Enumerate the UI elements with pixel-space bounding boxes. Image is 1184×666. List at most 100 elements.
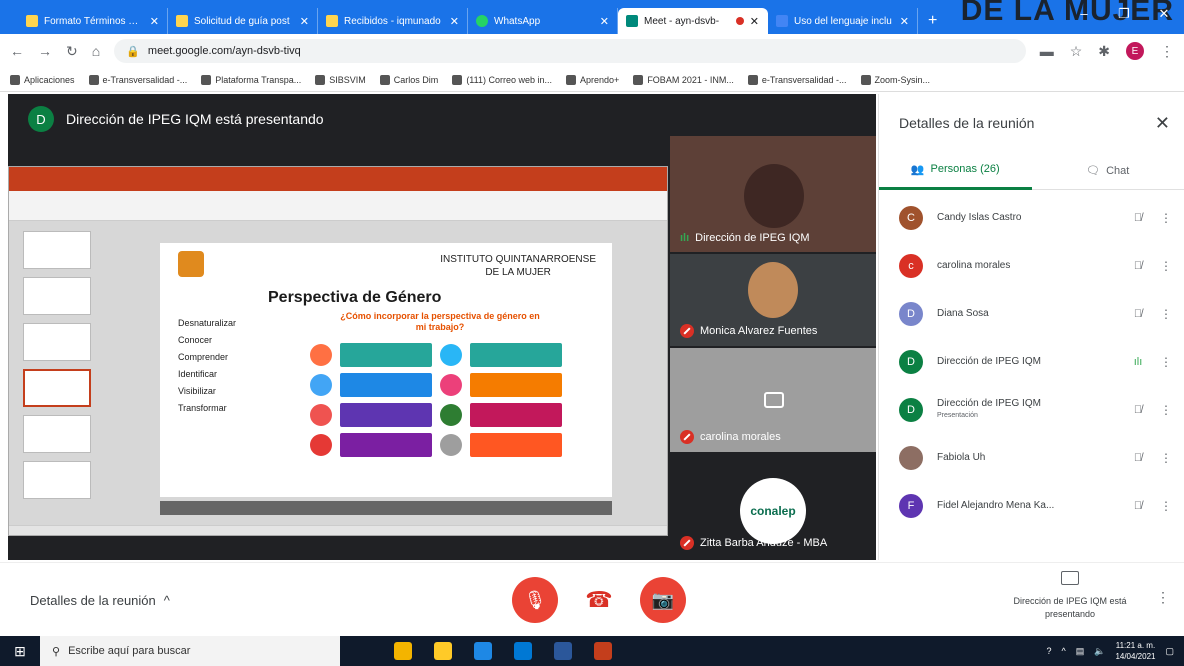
more-options-icon[interactable]: ⋮: [1160, 307, 1172, 321]
participant-row[interactable]: D Diana Sosa 🎙̸ ⋮: [879, 290, 1184, 338]
video-tile[interactable]: conalep Zitta Barba Anduze - MBA: [670, 454, 876, 558]
camera-off-icon: [764, 392, 784, 408]
more-options-icon[interactable]: ⋮: [1156, 589, 1170, 606]
bookmark-item[interactable]: SIBSVIM: [315, 74, 366, 85]
more-options-icon[interactable]: ⋮: [1160, 403, 1172, 417]
chrome-taskbar-icon[interactable]: [394, 642, 412, 660]
participant-avatar: D: [899, 302, 923, 326]
more-options-icon[interactable]: ⋮: [1160, 259, 1172, 273]
powerpoint-taskbar-icon[interactable]: [594, 642, 612, 660]
bookmark-item[interactable]: e-Transversalidad -...: [88, 74, 187, 85]
more-options-icon[interactable]: ⋮: [1160, 355, 1172, 369]
browser-tab[interactable]: Uso del lenguaje inclu ✕: [768, 8, 918, 34]
slides-icon: [176, 15, 188, 27]
profile-avatar[interactable]: E: [1126, 42, 1144, 60]
bookmark-item[interactable]: Carlos Dim: [379, 74, 438, 85]
chevron-up-icon[interactable]: ^: [1061, 646, 1065, 656]
mic-off-icon[interactable]: 🎙̸: [1130, 452, 1146, 464]
bookmark-item[interactable]: Aprendo+: [566, 74, 619, 85]
bookmark-label: FOBAM 2021 - INM...: [647, 74, 734, 85]
mic-off-icon[interactable]: 🎙̸: [1130, 404, 1146, 416]
word-taskbar-icon[interactable]: [554, 642, 572, 660]
video-tile[interactable]: carolina morales: [670, 348, 876, 452]
presenting-indicator[interactable]: Dirección de IPEG IQM está presentando: [1004, 571, 1136, 621]
bookmark-icon: [633, 74, 644, 85]
bookmark-item[interactable]: e-Transversalidad -...: [747, 74, 847, 85]
menu-icon[interactable]: ⋮: [1160, 43, 1174, 60]
close-tab-icon[interactable]: ✕: [750, 15, 759, 28]
network-icon[interactable]: ▤: [1076, 646, 1085, 657]
minimize-button[interactable]: –: [1064, 0, 1104, 28]
new-tab-button[interactable]: +: [918, 8, 947, 34]
tile-name: Dirección de IPEG IQM: [695, 232, 810, 244]
mic-off-icon[interactable]: 🎙̸: [1130, 212, 1146, 224]
browser-tab[interactable]: Formato Términos de r ✕: [18, 8, 168, 34]
tab-chat[interactable]: 🗨 Chat: [1032, 152, 1184, 190]
windows-taskbar: ⊞ ⚲ Escribe aquí para buscar ? ^ ▤ 🔈 11:2…: [0, 636, 1184, 666]
bookmark-icon: [10, 74, 20, 85]
more-options-icon[interactable]: ⋮: [1160, 451, 1172, 465]
reload-icon[interactable]: ↻: [66, 43, 78, 60]
back-icon[interactable]: ←: [10, 43, 24, 59]
home-icon[interactable]: ⌂: [92, 43, 100, 59]
bookmark-label: Zoom-Sysin...: [874, 74, 931, 85]
mic-off-icon[interactable]: 🎙̸: [1130, 260, 1146, 272]
participant-row[interactable]: Fabiola Uh 🎙̸ ⋮: [879, 434, 1184, 482]
bookmark-item[interactable]: Zoom-Sysin...: [860, 74, 931, 85]
participant-row[interactable]: c carolina morales 🎙̸ ⋮: [879, 242, 1184, 290]
bookmark-icon: [860, 74, 871, 85]
mic-off-icon[interactable]: 🎙̸: [1130, 308, 1146, 320]
explorer-taskbar-icon[interactable]: [434, 642, 452, 660]
video-tile[interactable]: Monica Alvarez Fuentes: [670, 254, 876, 346]
camera-icon[interactable]: ▬: [1040, 43, 1054, 59]
current-slide: INSTITUTO QUINTANARROENSE DE LA MUJER Pe…: [160, 243, 612, 497]
mic-off-icon: [680, 430, 694, 444]
bookmark-item[interactable]: FOBAM 2021 - INM...: [633, 74, 734, 85]
close-window-button[interactable]: ✕: [1144, 0, 1184, 28]
slide-thumb: [23, 415, 91, 453]
participant-row[interactable]: F Fidel Alejandro Mena Ka... 🎙̸ ⋮: [879, 482, 1184, 530]
bookmark-icon: [452, 74, 463, 85]
volume-icon[interactable]: 🔈: [1094, 646, 1105, 657]
participant-row[interactable]: D Dirección de IPEG IQM Presentación 🎙̸ ⋮: [879, 386, 1184, 434]
maximize-button[interactable]: ❐: [1104, 0, 1144, 28]
speaking-icon[interactable]: ılı: [1130, 356, 1146, 368]
bookmark-item[interactable]: Aplicaciones: [10, 74, 75, 85]
participant-row[interactable]: C Candy Islas Castro 🎙̸ ⋮: [879, 194, 1184, 242]
browser-tab[interactable]: Recibidos - iqmunado ✕: [318, 8, 468, 34]
more-options-icon[interactable]: ⋮: [1160, 499, 1172, 513]
close-tab-icon[interactable]: ✕: [150, 15, 159, 28]
close-tab-icon[interactable]: ✕: [450, 15, 459, 28]
browser-tab[interactable]: Meet - ayn-dsvb- ✕: [618, 8, 768, 34]
participant-row[interactable]: D Dirección de IPEG IQM ılı ⋮: [879, 338, 1184, 386]
taskbar-search[interactable]: ⚲ Escribe aquí para buscar: [40, 636, 340, 666]
mic-toggle-button[interactable]: 🎙: [512, 577, 558, 623]
clock[interactable]: 11:21 a. m. 14/04/2021: [1115, 640, 1155, 662]
browser-tab[interactable]: WhatsApp ✕: [468, 8, 618, 34]
meeting-details-button[interactable]: Detalles de la reunión ^: [30, 593, 170, 608]
close-tab-icon[interactable]: ✕: [600, 15, 609, 28]
forward-icon[interactable]: →: [38, 43, 52, 59]
notifications-icon[interactable]: ▢: [1165, 646, 1174, 657]
url-bar[interactable]: 🔒 meet.google.com/ayn-dsvb-tivq: [114, 39, 1026, 63]
more-options-icon[interactable]: ⋮: [1160, 211, 1172, 225]
camera-toggle-button[interactable]: 📷: [640, 577, 686, 623]
help-icon[interactable]: ?: [1046, 646, 1051, 656]
extensions-icon[interactable]: ✱: [1098, 43, 1110, 60]
bookmark-item[interactable]: (111) Correo web in...: [452, 74, 552, 85]
tab-people[interactable]: 👥 Personas (26): [879, 152, 1032, 190]
mail-taskbar-icon[interactable]: [514, 642, 532, 660]
window-controls: – ❐ ✕: [1064, 0, 1184, 28]
bookmark-item[interactable]: Plataforma Transpa...: [201, 74, 301, 85]
close-tab-icon[interactable]: ✕: [300, 15, 309, 28]
browser-tab[interactable]: Solicitud de guía post ✕: [168, 8, 318, 34]
star-icon[interactable]: ☆: [1070, 43, 1083, 60]
edge-taskbar-icon[interactable]: [474, 642, 492, 660]
leave-call-button[interactable]: ☎: [584, 577, 614, 623]
close-tab-icon[interactable]: ✕: [900, 15, 909, 28]
screen: Formato Términos de r ✕ Solicitud de guía …: [0, 0, 1184, 666]
start-button[interactable]: ⊞: [0, 643, 40, 660]
close-panel-icon[interactable]: ✕: [1155, 113, 1170, 134]
mic-off-icon[interactable]: 🎙̸: [1130, 500, 1146, 512]
video-tile[interactable]: ılı Dirección de IPEG IQM: [670, 136, 876, 252]
